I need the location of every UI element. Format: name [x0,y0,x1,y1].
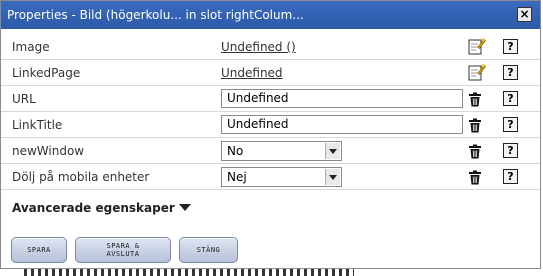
save-button-label: SPARA [12,246,66,254]
property-label: LinkedPage [12,60,80,86]
dialog-title: Properties - Bild (högerkolu... in slot … [7,1,304,29]
trash-icon[interactable] [468,144,482,159]
trash-icon[interactable] [468,92,482,107]
url-input[interactable]: Undefined [221,89,463,108]
close-dialog-button[interactable]: STÄNG [179,237,238,263]
dialog-titlebar[interactable]: Properties - Bild (högerkolu... in slot … [1,1,540,29]
property-row-image: Image Undefined () ? [1,34,540,60]
property-row-newwindow: newWindow No ? [1,138,540,164]
edit-icon[interactable] [466,37,486,57]
help-icon: ? [507,170,513,183]
linkedpage-value-link[interactable]: Undefined [221,60,283,86]
help-icon: ? [507,66,513,79]
property-label: LinkTitle [12,112,62,138]
help-button[interactable]: ? [503,143,518,158]
newwindow-select[interactable]: No [221,141,342,161]
save-and-close-button[interactable]: SPARA & AVSLUTA [75,237,171,263]
property-row-linktitle: LinkTitle Undefined ? [1,112,540,138]
help-button[interactable]: ? [503,117,518,132]
property-label: newWindow [12,138,84,164]
help-button[interactable]: ? [503,91,518,106]
image-value-link[interactable]: Undefined () [221,34,296,60]
property-label: Dölj på mobila enheter [12,164,149,190]
trash-icon[interactable] [468,170,482,185]
close-dialog-button-label: STÄNG [180,246,237,254]
help-icon: ? [507,40,513,53]
advanced-properties-label: Avancerade egenskaper [12,201,175,215]
help-button[interactable]: ? [503,39,518,54]
properties-dialog: Properties - Bild (högerkolu... in slot … [0,0,541,269]
property-row-linkedpage: LinkedPage Undefined ? [1,60,540,86]
chevron-down-icon[interactable] [325,169,340,185]
trash-icon[interactable] [468,118,482,133]
close-button[interactable]: × [517,7,532,22]
triangle-down-icon [179,204,191,211]
help-icon: ? [507,144,513,157]
property-label: Image [12,34,50,60]
linktitle-input[interactable]: Undefined [221,115,463,134]
help-button[interactable]: ? [503,65,518,80]
hide-on-mobile-select[interactable]: Nej [221,167,342,187]
select-value: Nej [227,168,247,186]
property-row-hide-on-mobile: Dölj på mobila enheter Nej ? [1,164,540,190]
help-button[interactable]: ? [503,169,518,184]
advanced-properties-toggle[interactable]: Avancerade egenskaper [12,201,191,215]
property-list: Image Undefined () ? LinkedPage Undefine… [1,34,540,190]
property-row-url: URL Undefined ? [1,86,540,112]
close-icon: × [519,7,529,21]
save-and-close-label-line2: AVSLUTA [76,250,170,258]
property-label: URL [12,86,36,112]
chevron-down-icon[interactable] [325,143,340,159]
edit-icon[interactable] [466,63,486,83]
save-button[interactable]: SPARA [11,237,67,263]
save-and-close-label-line1: SPARA & [76,242,170,250]
help-icon: ? [507,92,513,105]
select-value: No [227,142,243,160]
help-icon: ? [507,118,513,131]
